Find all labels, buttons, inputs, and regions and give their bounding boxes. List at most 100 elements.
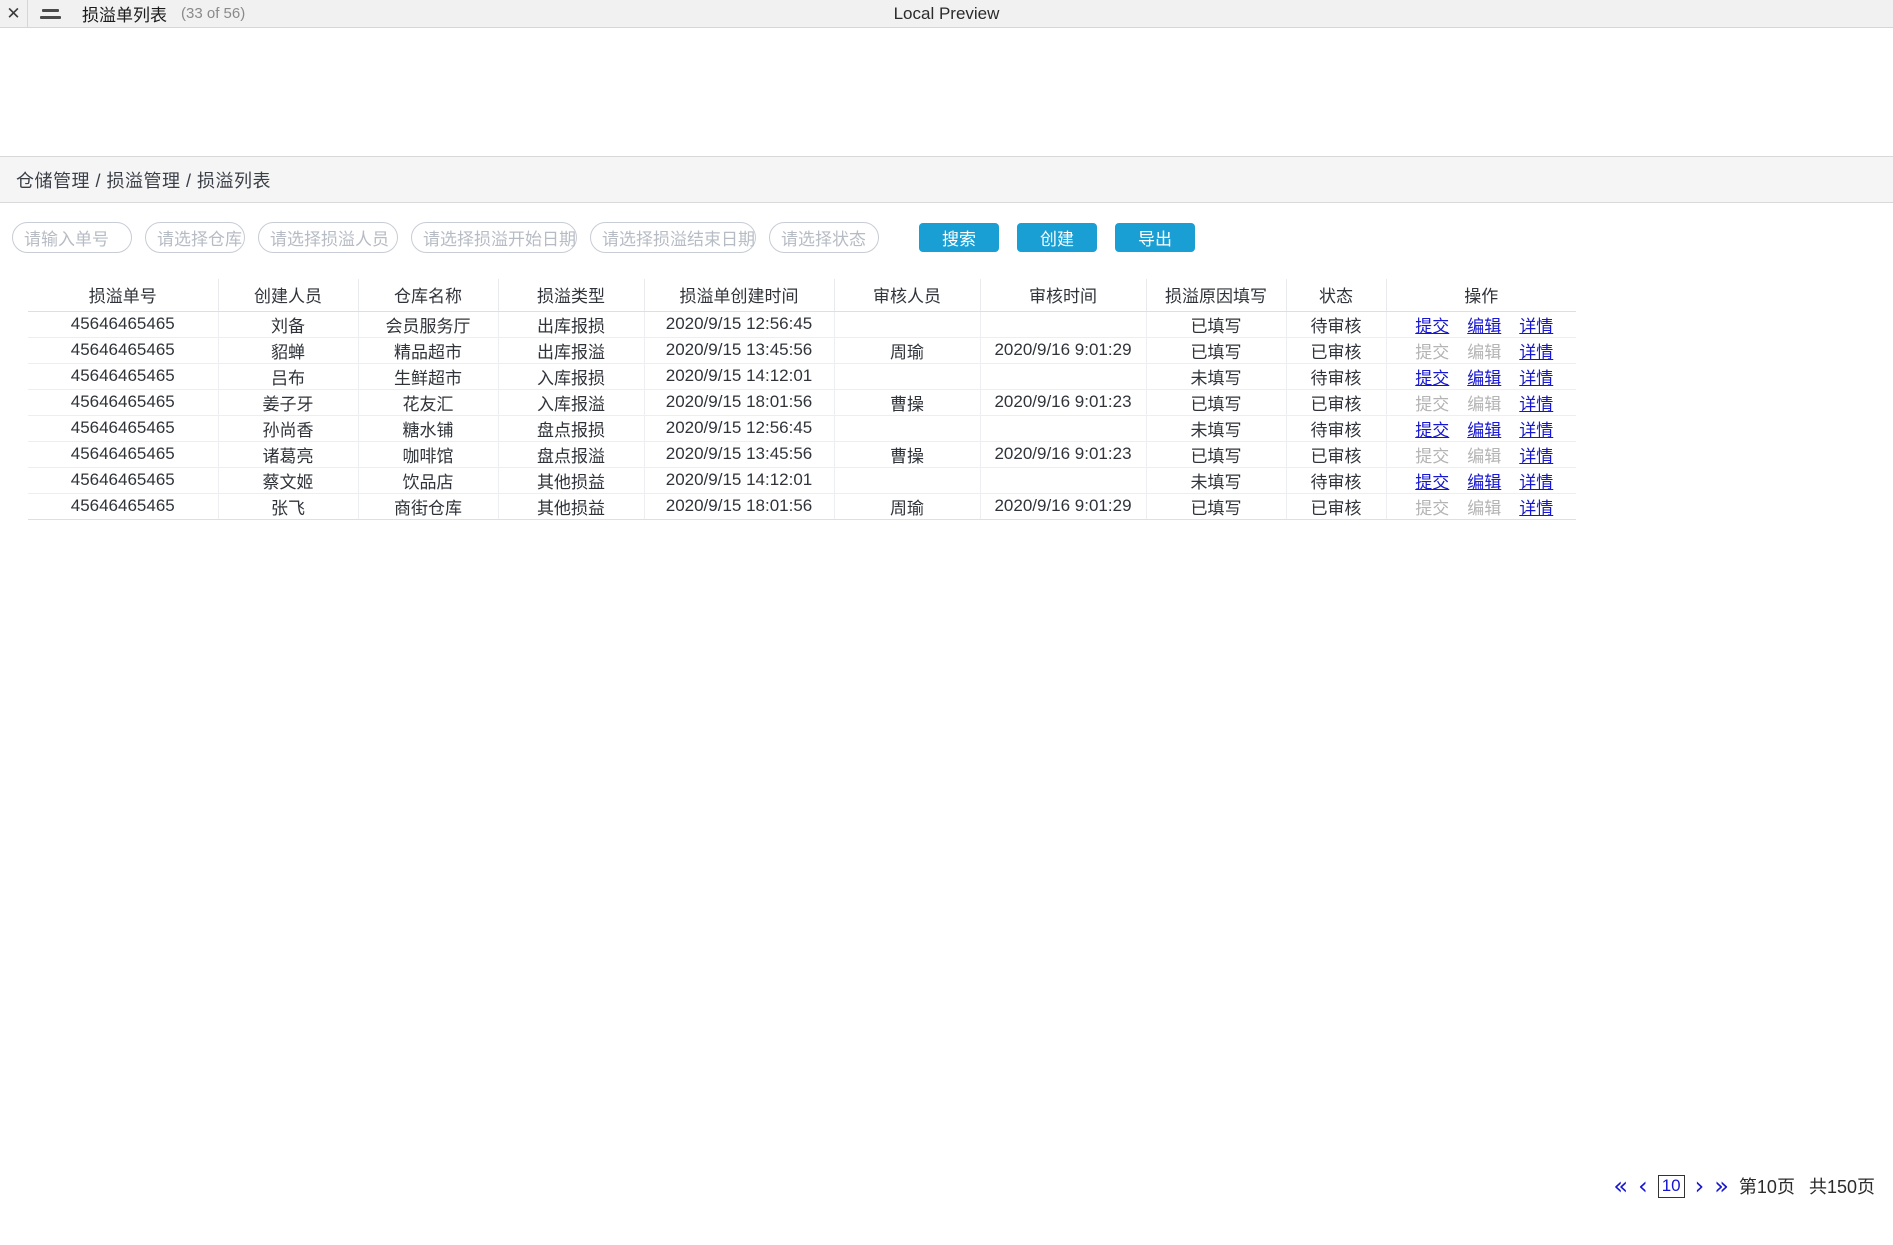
create-button[interactable]: 创建 bbox=[1017, 222, 1097, 252]
cell-type: 其他损益 bbox=[498, 493, 645, 520]
cell-actions: 提交 编辑 详情 bbox=[1386, 493, 1576, 520]
cell-type: 其他损益 bbox=[498, 467, 645, 494]
search-button[interactable]: 搜索 bbox=[919, 222, 999, 252]
table-row: 45646465465 张飞 商街仓库 其他损益 2020/9/15 18:01:56 周… bbox=[28, 493, 1576, 520]
cell-created-at: 2020/9/15 14:12:01 bbox=[644, 467, 835, 494]
pagination: « ‹ 10 › » 第10页 共150页 bbox=[1613, 1173, 1875, 1199]
detail-link[interactable]: 详情 bbox=[1519, 338, 1553, 363]
detail-link[interactable]: 详情 bbox=[1519, 390, 1553, 415]
cell-auditor bbox=[834, 467, 981, 494]
cell-status: 已审核 bbox=[1286, 493, 1387, 520]
warehouse-select[interactable]: 请选择仓库 bbox=[145, 221, 245, 253]
cell-reason-filled: 未填写 bbox=[1146, 415, 1287, 442]
cell-type: 出库报溢 bbox=[498, 337, 645, 364]
cell-order-no: 45646465465 bbox=[28, 467, 219, 494]
preview-label: Local Preview bbox=[893, 3, 1000, 23]
edit-link: 编辑 bbox=[1467, 394, 1502, 414]
loss-overflow-table-wrap: 损溢单号 创建人员 仓库名称 损溢类型 损溢单创建时间 审核人员 审核时间 损溢… bbox=[28, 279, 1893, 520]
prev-page-button[interactable]: ‹ bbox=[1638, 1174, 1648, 1198]
person-select[interactable]: 请选择损溢人员 bbox=[258, 221, 398, 253]
cell-order-no: 45646465465 bbox=[28, 415, 219, 442]
detail-link[interactable]: 详情 bbox=[1519, 416, 1553, 441]
row-actions: 提交 编辑 详情 bbox=[1391, 442, 1573, 467]
status-select[interactable]: 请选择状态 bbox=[769, 221, 879, 253]
submit-link[interactable]: 提交 bbox=[1415, 468, 1449, 493]
cell-status: 待审核 bbox=[1286, 363, 1387, 390]
cell-creator: 姜子牙 bbox=[218, 389, 359, 416]
cell-actions: 提交 编辑 详情 bbox=[1386, 415, 1576, 442]
col-header-creator: 创建人员 bbox=[218, 279, 359, 312]
table-body: 45646465465 刘备 会员服务厅 出库报损 2020/9/15 12:56:45… bbox=[28, 311, 1576, 520]
last-page-button[interactable]: » bbox=[1714, 1174, 1729, 1198]
row-actions: 提交 编辑 详情 bbox=[1391, 364, 1573, 389]
row-actions: 提交 编辑 详情 bbox=[1391, 390, 1573, 415]
cell-reason-filled: 已填写 bbox=[1146, 311, 1287, 338]
window-item-count: (33 of 56) bbox=[181, 5, 246, 22]
cell-auditor bbox=[834, 363, 981, 390]
cell-audited-at: 2020/9/16 9:01:23 bbox=[980, 389, 1147, 416]
table-row: 45646465465 貂蝉 精品超市 出库报溢 2020/9/15 13:45:56 周… bbox=[28, 337, 1576, 364]
cell-auditor: 曹操 bbox=[834, 441, 981, 468]
cell-created-at: 2020/9/15 12:56:45 bbox=[644, 415, 835, 442]
start-date-picker[interactable]: 请选择损溢开始日期 bbox=[411, 221, 577, 253]
cell-warehouse: 精品超市 bbox=[358, 337, 499, 364]
edit-link[interactable]: 编辑 bbox=[1467, 312, 1501, 337]
edit-link[interactable]: 编辑 bbox=[1467, 468, 1501, 493]
detail-link[interactable]: 详情 bbox=[1519, 364, 1553, 389]
cell-audited-at bbox=[980, 363, 1147, 390]
hamburger-menu-icon[interactable] bbox=[28, 0, 72, 27]
col-header-order-no: 损溢单号 bbox=[28, 279, 219, 312]
submit-link[interactable]: 提交 bbox=[1415, 364, 1449, 389]
cell-created-at: 2020/9/15 13:45:56 bbox=[644, 441, 835, 468]
cell-audited-at bbox=[980, 415, 1147, 442]
next-page-button[interactable]: › bbox=[1695, 1174, 1705, 1198]
export-button[interactable]: 导出 bbox=[1115, 222, 1195, 252]
col-header-warehouse: 仓库名称 bbox=[358, 279, 499, 312]
cell-type: 入库报溢 bbox=[498, 389, 645, 416]
cell-reason-filled: 已填写 bbox=[1146, 493, 1287, 520]
first-page-button[interactable]: « bbox=[1613, 1174, 1628, 1198]
row-actions: 提交 编辑 详情 bbox=[1391, 468, 1573, 493]
submit-link: 提交 bbox=[1415, 498, 1450, 518]
current-page-indicator[interactable]: 10 bbox=[1657, 1174, 1685, 1198]
cell-creator: 吕布 bbox=[218, 363, 359, 390]
cell-status: 已审核 bbox=[1286, 389, 1387, 416]
cell-actions: 提交 编辑 详情 bbox=[1386, 389, 1576, 416]
row-actions: 提交 编辑 详情 bbox=[1391, 416, 1573, 441]
breadcrumb-bar: 仓储管理 / 损溢管理 / 损溢列表 bbox=[0, 156, 1893, 203]
cell-created-at: 2020/9/15 14:12:01 bbox=[644, 363, 835, 390]
cell-actions: 提交 编辑 详情 bbox=[1386, 337, 1576, 364]
col-header-reason: 损溢原因填写 bbox=[1146, 279, 1287, 312]
cell-auditor: 曹操 bbox=[834, 389, 981, 416]
cell-order-no: 45646465465 bbox=[28, 493, 219, 520]
table-header: 损溢单号 创建人员 仓库名称 损溢类型 损溢单创建时间 审核人员 审核时间 损溢… bbox=[28, 279, 1576, 312]
cell-status: 已审核 bbox=[1286, 337, 1387, 364]
order-no-input[interactable]: 请输入单号 bbox=[12, 221, 132, 253]
cell-auditor bbox=[834, 311, 981, 338]
total-pages-label: 共150页 bbox=[1808, 1177, 1875, 1197]
detail-link[interactable]: 详情 bbox=[1519, 312, 1553, 337]
cell-audited-at: 2020/9/16 9:01:29 bbox=[980, 337, 1147, 364]
submit-link: 提交 bbox=[1415, 342, 1450, 362]
close-icon[interactable]: ✕ bbox=[0, 0, 28, 27]
detail-link[interactable]: 详情 bbox=[1519, 468, 1553, 493]
detail-link[interactable]: 详情 bbox=[1519, 442, 1553, 467]
edit-link[interactable]: 编辑 bbox=[1467, 364, 1501, 389]
end-date-picker[interactable]: 请选择损溢结束日期 bbox=[590, 221, 756, 253]
cell-creator: 张飞 bbox=[218, 493, 359, 520]
cell-reason-filled: 未填写 bbox=[1146, 467, 1287, 494]
edit-link[interactable]: 编辑 bbox=[1467, 416, 1501, 441]
submit-link[interactable]: 提交 bbox=[1415, 312, 1449, 337]
submit-link[interactable]: 提交 bbox=[1415, 416, 1449, 441]
cell-audited-at bbox=[980, 311, 1147, 338]
detail-link[interactable]: 详情 bbox=[1519, 494, 1553, 519]
cell-warehouse: 商街仓库 bbox=[358, 493, 499, 520]
cell-warehouse: 糖水铺 bbox=[358, 415, 499, 442]
cell-creator: 貂蝉 bbox=[218, 337, 359, 364]
cell-warehouse: 花友汇 bbox=[358, 389, 499, 416]
cell-type: 入库报损 bbox=[498, 363, 645, 390]
cell-audited-at: 2020/9/16 9:01:29 bbox=[980, 493, 1147, 520]
row-actions: 提交 编辑 详情 bbox=[1391, 494, 1573, 519]
col-header-status: 状态 bbox=[1286, 279, 1387, 312]
window-titlebar: ✕ 损溢单列表 (33 of 56) Local Preview bbox=[0, 0, 1893, 28]
